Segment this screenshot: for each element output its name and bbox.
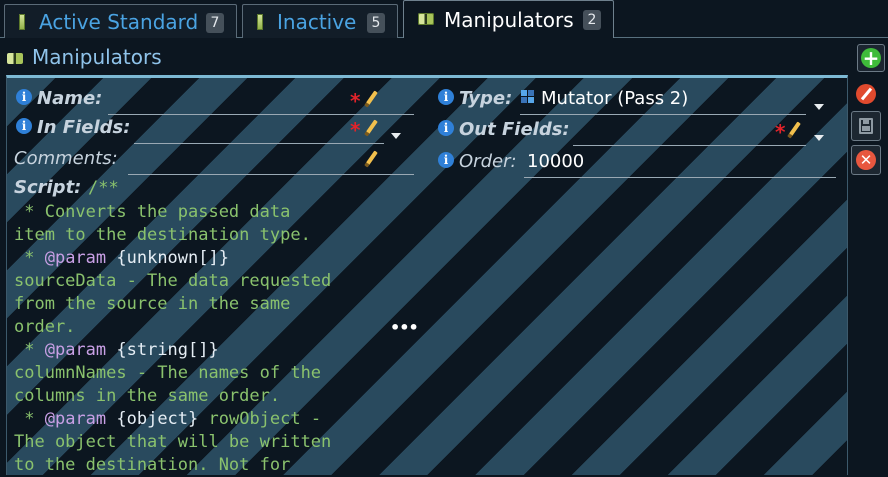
count-badge: 7 [206,13,224,33]
info-icon[interactable]: i [16,89,32,105]
name-label: Name: [37,88,103,109]
count-badge: 5 [367,13,385,33]
script-line: * @param {object} rowObject - [14,408,384,431]
jsdoc-tag: @param [44,409,107,429]
tab-manipulators[interactable]: Manipulators 2 [403,0,614,38]
standard-icon [19,13,25,30]
script-line: order. [14,316,384,339]
save-icon [859,118,873,134]
script-label: Script: [14,177,82,198]
tab-label: Active Standard [39,9,199,34]
close-icon: ✕ [856,150,876,170]
order-input[interactable] [524,177,836,178]
manipulator-icon [7,53,23,64]
delete-button[interactable]: ✕ [851,145,881,175]
disable-button[interactable] [851,79,881,109]
required-icon: * [350,118,361,142]
info-icon[interactable]: i [438,120,454,136]
script-line: sourceData - The data requested [14,270,384,293]
script-line: columns in the same order. [14,385,384,408]
comments-label: Comments: [14,148,118,169]
comment-text: * [14,340,45,360]
chevron-down-icon[interactable] [391,133,401,139]
count-badge: 2 [583,10,601,30]
plus-icon: + [861,46,881,70]
info-icon[interactable]: i [16,118,32,134]
jsdoc-type: {object} [106,409,199,429]
comment-text: to the destination. Not for [14,455,291,475]
script-line: The object that will be written [14,431,384,454]
script-first-line: /** [88,178,119,198]
order-label: Order: [459,151,517,172]
jsdoc-type: {string[]} [106,340,219,360]
chevron-down-icon[interactable] [814,104,824,110]
comment-text: columnNames - The names of the [14,363,322,383]
tab-label: Manipulators [444,7,574,32]
script-line: * @param {string[]} [14,339,384,362]
script-editor[interactable]: * Converts the passed data item to the de… [14,201,384,477]
script-line: * @param {unknown[]} [14,247,384,270]
comment-text: order. [14,317,76,337]
more-icon[interactable]: ••• [390,318,419,337]
in-fields-label: In Fields: [37,117,131,138]
comment-text: from the source in the same [14,294,291,314]
script-line: item to the destination type. [14,224,384,247]
jsdoc-tag: @param [44,248,107,268]
tab-inactive[interactable]: Inactive 5 [242,4,398,38]
type-select-value: Mutator (Pass 2) [541,88,689,109]
info-icon[interactable]: i [438,89,454,105]
section-title: Manipulators [32,45,162,69]
jsdoc-tag: @param [44,340,107,360]
comments-input[interactable] [128,174,414,175]
save-button[interactable] [851,111,881,141]
comment-text: item to the destination type. [14,225,311,245]
comment-text: The object that will be written [14,432,332,452]
mutator-type-icon [521,90,535,104]
chevron-down-icon[interactable] [814,135,824,141]
out-fields-label: Out Fields: [459,119,570,140]
out-fields-select[interactable] [573,145,806,146]
type-select[interactable] [520,114,806,115]
type-label: Type: [459,88,513,109]
script-line: from the source in the same [14,293,384,316]
section-header: Manipulators [0,40,888,76]
comment-text: * Converts the passed data [14,202,291,222]
comment-text: rowObject - [198,409,322,429]
comment-text: * [14,248,45,268]
comment-text: * [14,409,45,429]
required-icon: * [775,120,786,144]
name-input[interactable] [108,114,414,115]
script-line: * Converts the passed data [14,201,384,224]
tab-active-standard[interactable]: Active Standard 7 [4,4,237,38]
add-button[interactable]: + [857,44,885,72]
order-input-value: 10000 [527,151,585,172]
comment-text: columns in the same order. [14,386,281,406]
script-line: columnNames - The names of the [14,362,384,385]
tab-label: Inactive [277,9,357,34]
disable-icon [856,84,876,104]
comment-text: sourceData - The data requested [14,271,332,291]
manipulator-icon [418,12,434,25]
info-icon[interactable]: i [438,152,454,168]
required-icon: * [350,89,361,113]
inactive-icon [257,13,263,30]
jsdoc-type: {unknown[]} [106,248,229,268]
in-fields-select[interactable] [134,143,384,144]
